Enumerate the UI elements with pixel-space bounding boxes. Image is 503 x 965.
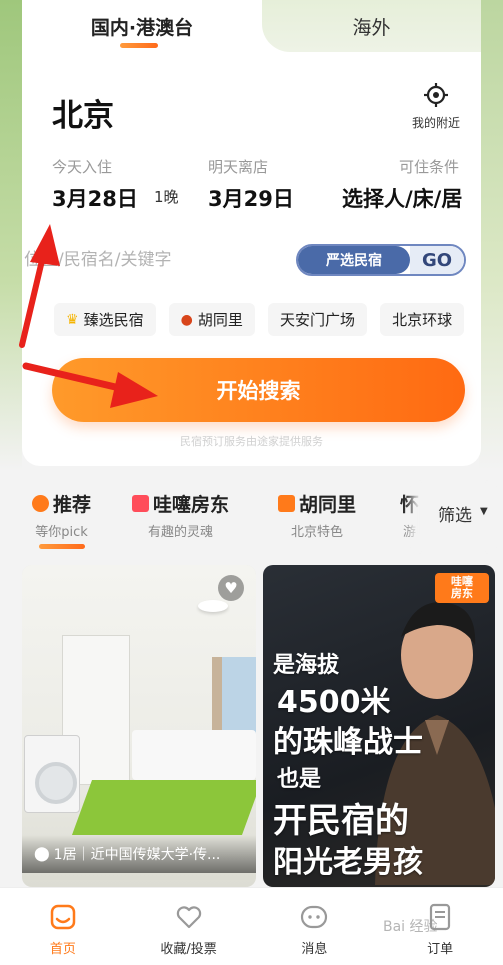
home-icon bbox=[50, 904, 76, 930]
condition-label: 可住条件 bbox=[399, 158, 460, 176]
chip-universal[interactable]: 北京环球 bbox=[380, 303, 465, 336]
nav-home[interactable]: 首页 bbox=[0, 888, 126, 965]
chip-label: 臻选民宿 bbox=[83, 311, 144, 329]
locate-icon bbox=[424, 83, 448, 107]
category-title: 胡同里 bbox=[299, 494, 357, 516]
crown-icon: ♛ bbox=[66, 311, 79, 328]
checkin-date[interactable]: 3月28日 bbox=[52, 183, 138, 213]
category-title: 怀 bbox=[400, 494, 420, 516]
category-sub: 游 bbox=[403, 525, 417, 540]
nearby-label: 我的附近 bbox=[411, 116, 460, 130]
watermark: Bai 经验 bbox=[383, 919, 438, 935]
category-recommend[interactable]: 推荐 等你pick bbox=[32, 490, 91, 549]
promo-card[interactable]: 哇噻 房东 是海拔 4500米 的珠峰战士 也是 开民宿的 阳光老男孩 bbox=[263, 565, 495, 887]
go-label: GO bbox=[410, 246, 464, 274]
location-pin-icon: ⬤ bbox=[34, 846, 50, 862]
go-promo-label: 严选民宿 bbox=[298, 246, 410, 274]
backdrop-left bbox=[0, 0, 22, 470]
promo-line: 阳光老男孩 bbox=[273, 845, 423, 880]
house-icon bbox=[132, 495, 149, 512]
gate-icon bbox=[278, 495, 295, 512]
city-selector[interactable]: 北京 bbox=[52, 90, 114, 135]
chip-label: 天安门广场 bbox=[280, 311, 356, 329]
checkin-label: 今天入住 bbox=[52, 158, 113, 176]
region-tabs: 国内·港澳台 海外 bbox=[22, 0, 481, 52]
hexagon-icon bbox=[32, 495, 49, 512]
chip-label: 胡同里 bbox=[197, 311, 243, 329]
caret-down-icon: ▼ bbox=[480, 506, 488, 517]
category-hutong[interactable]: 胡同里 北京特色 bbox=[278, 490, 356, 540]
chip-featured[interactable]: ♛ 臻选民宿 bbox=[54, 303, 156, 336]
checkout-label: 明天离店 bbox=[208, 158, 269, 176]
promo-line: 开民宿的 bbox=[273, 801, 409, 841]
nav-label: 收藏/投票 bbox=[160, 942, 217, 957]
promo-line: 的珠峰战士 bbox=[273, 725, 423, 760]
room-washer bbox=[24, 735, 80, 813]
promo-line: 4500米 bbox=[277, 685, 391, 720]
search-card: 国内·港澳台 海外 北京 我的附近 今天入住 3月28日 1晚 明天离店 3月2… bbox=[22, 0, 481, 466]
promo-line: 是海拔 bbox=[273, 653, 340, 678]
room-rug bbox=[71, 780, 256, 835]
start-search-button[interactable]: 开始搜索 bbox=[52, 358, 465, 422]
listing-caption-text: 1居｜近中国传媒大学·传... bbox=[53, 847, 221, 863]
heart-icon bbox=[176, 906, 201, 929]
category-sub: 北京特色 bbox=[291, 525, 344, 540]
nav-favorites[interactable]: 收藏/投票 bbox=[126, 888, 252, 965]
go-button[interactable]: 严选民宿 GO bbox=[296, 244, 466, 276]
search-row: 严选民宿 GO bbox=[22, 242, 481, 278]
tab-overseas[interactable]: 海外 bbox=[262, 0, 481, 52]
room-bed bbox=[132, 730, 256, 780]
category-sub: 等你pick bbox=[35, 525, 88, 540]
filter-label: 筛选 bbox=[438, 506, 472, 526]
filter-button[interactable]: 筛选 ▼ bbox=[420, 488, 503, 546]
nav-label: 首页 bbox=[49, 942, 76, 957]
quick-chips: ♛ 臻选民宿 ● 胡同里 天安门广场 北京环球 bbox=[54, 303, 481, 337]
category-sub: 有趣的灵魂 bbox=[148, 525, 214, 540]
nav-messages[interactable]: 消息 bbox=[252, 888, 378, 965]
backdrop-right bbox=[479, 0, 503, 470]
category-partial[interactable]: 怀 游 bbox=[400, 490, 419, 540]
condition-selector[interactable]: 选择人/床/居 bbox=[342, 183, 462, 213]
listing-caption: ⬤ 1居｜近中国传媒大学·传... bbox=[22, 835, 256, 873]
category-active-indicator bbox=[38, 544, 85, 549]
chip-hutong[interactable]: ● 胡同里 bbox=[168, 303, 255, 336]
nearby-button[interactable]: 我的附近 bbox=[406, 82, 466, 131]
tab-active-indicator bbox=[120, 43, 158, 48]
checkout-date[interactable]: 3月29日 bbox=[208, 183, 294, 213]
lantern-icon: ● bbox=[180, 311, 193, 328]
search-input[interactable] bbox=[22, 242, 292, 278]
message-icon bbox=[301, 905, 328, 929]
chip-label: 北京环球 bbox=[392, 311, 453, 329]
category-host[interactable]: 哇噻房东 有趣的灵魂 bbox=[132, 490, 229, 540]
promo-badge-bottom: 房东 bbox=[451, 587, 473, 600]
listing-card[interactable]: ♥ ⬤ 1居｜近中国传媒大学·传... bbox=[22, 565, 256, 887]
category-title: 哇噻房东 bbox=[153, 494, 230, 516]
nights-count: 1晚 bbox=[154, 188, 179, 206]
favorite-heart-icon[interactable]: ♥ bbox=[218, 575, 244, 601]
service-notice: 民宿预订服务由途家提供服务 bbox=[180, 435, 323, 448]
room-lamp bbox=[198, 600, 228, 612]
nav-label: 订单 bbox=[427, 942, 454, 957]
promo-badge: 哇噻 房东 bbox=[435, 573, 489, 603]
promo-line: 也是 bbox=[277, 767, 322, 792]
category-title: 推荐 bbox=[53, 494, 92, 516]
nav-label: 消息 bbox=[301, 942, 328, 957]
chip-tiananmen[interactable]: 天安门广场 bbox=[268, 303, 368, 336]
